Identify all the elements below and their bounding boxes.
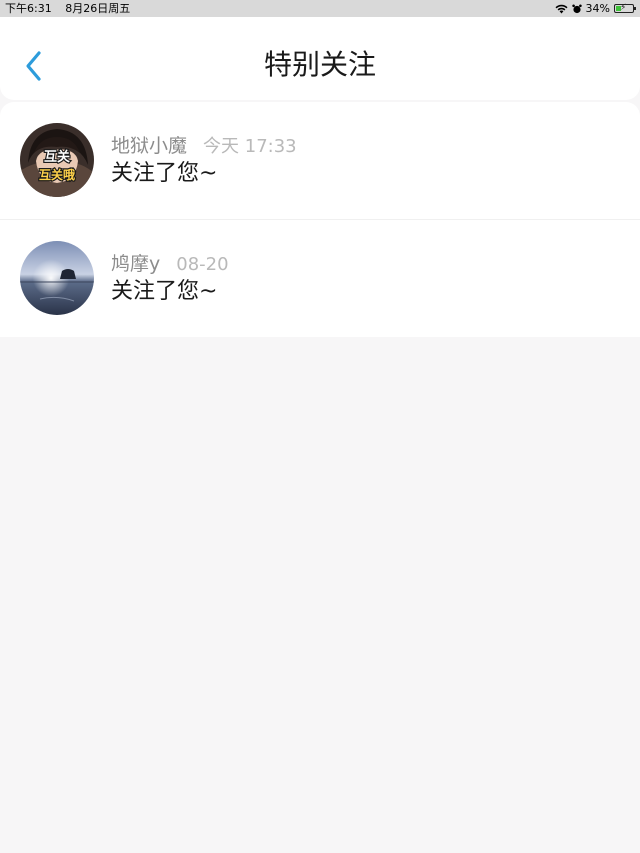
avatar-text-line1: 互关: [44, 149, 70, 165]
alarm-icon: [571, 4, 582, 14]
header: 特别关注: [0, 17, 640, 100]
status-time: 下午6:31: [5, 2, 52, 15]
status-right: 34% ⚡: [555, 0, 636, 17]
status-left: 下午6:31 8月26日周五: [5, 0, 140, 17]
notification-message: 关注了您~: [111, 161, 218, 186]
avatar[interactable]: [20, 241, 94, 315]
status-bar: 下午6:31 8月26日周五 34% ⚡: [0, 0, 640, 17]
user-name[interactable]: 地狱小魔: [111, 135, 187, 157]
notification-list: 互关 互关哦 地狱小魔 今天 17:33 关注了您~ 鸠摩y 08-20 关注了…: [0, 102, 640, 337]
wifi-icon: [555, 4, 568, 14]
charging-bolt-icon: ⚡: [620, 3, 627, 13]
avatar-text-line2: 互关哦: [39, 167, 75, 182]
list-item[interactable]: 互关 互关哦 地狱小魔 今天 17:33 关注了您~: [0, 102, 640, 219]
page-title: 特别关注: [263, 48, 376, 81]
timestamp: 08-20: [176, 254, 229, 275]
timestamp: 今天 17:33: [203, 136, 297, 157]
avatar[interactable]: 互关 互关哦: [20, 123, 94, 197]
battery-percent: 34%: [585, 2, 610, 15]
item-head: 鸠摩y 08-20: [111, 251, 229, 278]
item-head: 地狱小魔 今天 17:33: [111, 133, 297, 160]
notification-message: 关注了您~: [111, 279, 218, 304]
user-name[interactable]: 鸠摩y: [111, 253, 160, 275]
status-date: 8月26日周五: [65, 2, 131, 15]
battery-icon: ⚡: [614, 3, 636, 13]
list-item[interactable]: 鸠摩y 08-20 关注了您~: [0, 219, 640, 337]
